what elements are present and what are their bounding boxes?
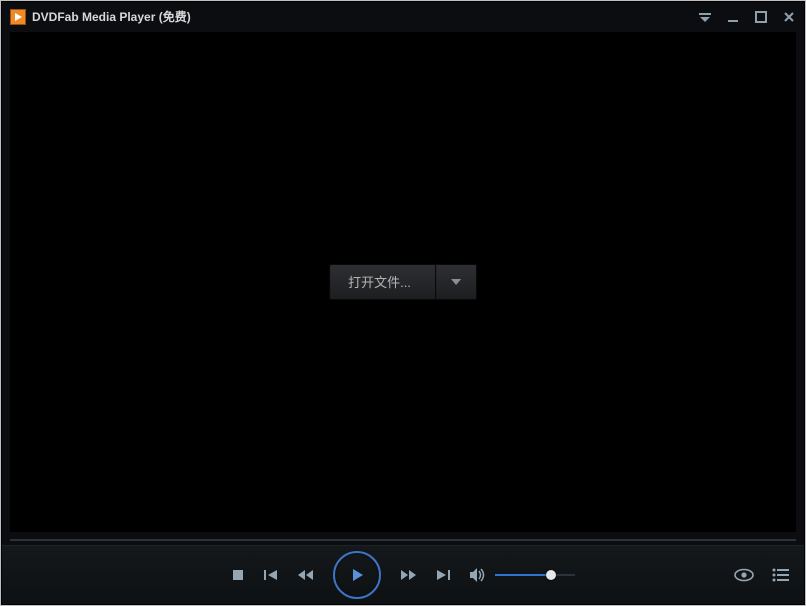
maximize-button[interactable]	[752, 8, 770, 26]
timeline-track	[10, 539, 796, 541]
open-file-group: 打开文件...	[329, 264, 477, 300]
volume-slider[interactable]	[495, 568, 575, 582]
window-buttons	[696, 8, 798, 26]
next-button[interactable]	[435, 568, 451, 582]
open-file-dropdown-button[interactable]	[435, 264, 477, 300]
window-title: DVDFab Media Player (免费)	[32, 2, 191, 32]
minimize-button[interactable]	[724, 8, 742, 26]
options-menu-button[interactable]	[696, 8, 714, 26]
center-controls	[231, 551, 575, 599]
volume-control	[469, 567, 575, 583]
open-file-button[interactable]: 打开文件...	[329, 264, 435, 300]
video-area[interactable]: 打开文件...	[10, 32, 796, 532]
app-window: DVDFab Media Player (免费) 打开文件...	[2, 2, 804, 604]
app-logo-icon	[10, 9, 26, 25]
rewind-button[interactable]	[297, 568, 315, 582]
volume-icon[interactable]	[469, 567, 487, 583]
close-button[interactable]	[780, 8, 798, 26]
previous-button[interactable]	[263, 568, 279, 582]
control-bar	[2, 545, 804, 604]
timeline[interactable]	[10, 537, 796, 543]
playlist-button[interactable]	[772, 568, 790, 582]
view-mode-button[interactable]	[734, 568, 754, 582]
right-controls	[734, 568, 790, 582]
fast-forward-button[interactable]	[399, 568, 417, 582]
title-bar: DVDFab Media Player (免费)	[2, 2, 804, 32]
play-button[interactable]	[333, 551, 381, 599]
stop-button[interactable]	[231, 568, 245, 582]
volume-fill	[495, 574, 551, 576]
volume-thumb[interactable]	[546, 570, 556, 580]
